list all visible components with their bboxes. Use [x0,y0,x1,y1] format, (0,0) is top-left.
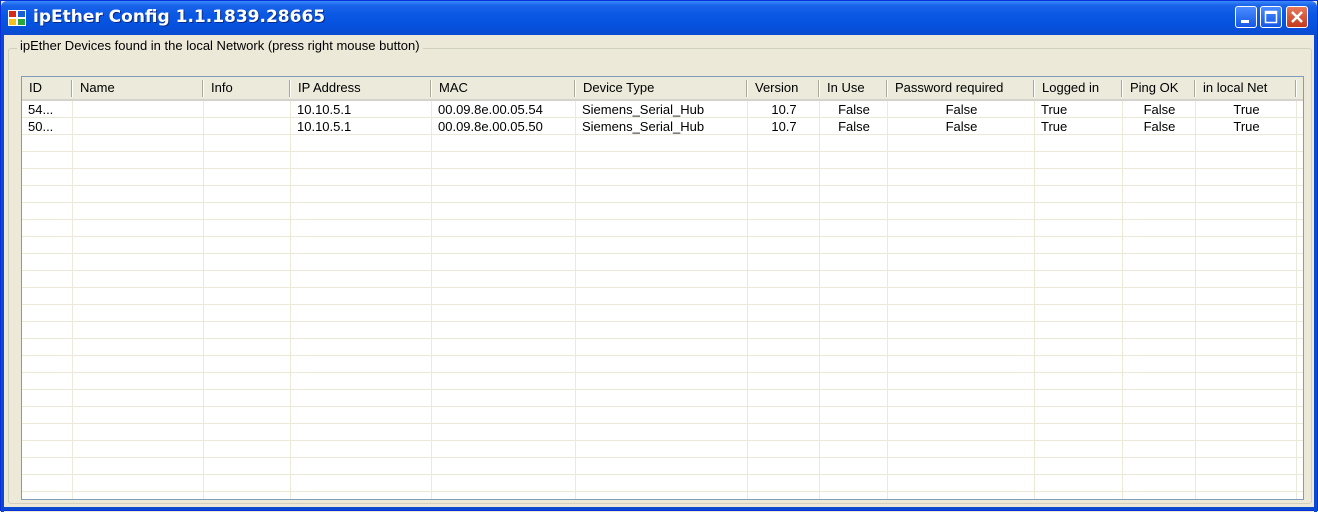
cell-name [73,118,204,135]
cell-logged-in: True [1041,102,1068,117]
column-header-version[interactable]: Version [748,77,820,99]
maximize-button[interactable] [1260,6,1282,28]
grid-line [22,253,1303,254]
window-title: ipEther Config 1.1.1839.28665 [33,7,326,27]
cell-device-type: Siemens_Serial_Hub [582,119,705,134]
main-window: ipEther Config 1.1.1839.28665 ipEther De… [0,0,1318,512]
cell-name [73,101,204,118]
frame-right [1314,35,1317,512]
list-header: ID Name Info IP Address MAC Device Type Versio… [22,77,1303,101]
grid-line [22,168,1303,169]
grid-line [22,287,1303,288]
cell-device-type: Siemens_Serial_Hub [582,102,705,117]
table-row[interactable]: 50... 10.10.5.1 00.09.8e.00.05.50 Siemens_S… [22,118,1303,135]
group-label: ipEther Devices found in the local Netwo… [17,38,423,53]
column-header-in-local-net[interactable]: in local Net [1196,77,1297,99]
grid-line [22,202,1303,203]
cell-id: 54... [28,102,54,117]
devices-list[interactable]: ID Name Info IP Address MAC Device Type Versio… [21,76,1304,500]
column-header-mac[interactable]: MAC [432,77,576,99]
minimize-icon [1241,20,1249,23]
column-header-id[interactable]: ID [22,77,73,99]
cell-version: 10.7 [771,119,797,134]
cell-info [204,118,291,135]
column-divider-highlight [1296,80,1297,97]
cell-in-use: False [838,102,870,117]
cell-id: 50... [28,119,54,134]
cell-logged-in: True [1041,119,1068,134]
grid-line [22,389,1303,390]
close-button[interactable] [1286,6,1308,28]
maximize-icon [1264,10,1278,24]
grid-line [22,491,1303,492]
cell-in-use: False [838,119,870,134]
column-header-device-type[interactable]: Device Type [576,77,748,99]
cell-ip-address: 10.10.5.1 [297,102,352,117]
cell-password-required: False [945,102,978,117]
column-header-ip-address[interactable]: IP Address [291,77,432,99]
cell-mac: 00.09.8e.00.05.50 [438,119,543,134]
frame-left [1,35,4,512]
column-header-in-use[interactable]: In Use [820,77,888,99]
frame-bottom [1,507,1317,510]
minimize-button[interactable] [1235,6,1257,28]
cell-ping-ok: False [1143,102,1176,117]
grid-line [22,151,1303,152]
column-header-info[interactable]: Info [204,77,291,99]
grid-line [22,423,1303,424]
grid-line [22,304,1303,305]
grid-line [22,185,1303,186]
cell-in-local-net: True [1233,119,1260,134]
column-header-logged-in[interactable]: Logged in [1035,77,1123,99]
cell-mac: 00.09.8e.00.05.54 [438,102,543,117]
grid-line [22,440,1303,441]
column-header-ping-ok[interactable]: Ping OK [1123,77,1196,99]
grid-line [22,236,1303,237]
grid-line [22,270,1303,271]
grid-line [22,321,1303,322]
grid-line [22,457,1303,458]
app-icon[interactable] [8,10,26,26]
column-header-password-required[interactable]: Password required [888,77,1035,99]
cell-version: 10.7 [771,102,797,117]
cell-info [204,101,291,118]
cell-ip-address: 10.10.5.1 [297,119,352,134]
title-bar[interactable]: ipEther Config 1.1.1839.28665 [1,1,1317,35]
grid-line [22,338,1303,339]
grid-line [22,219,1303,220]
grid-line [22,406,1303,407]
table-row[interactable]: 54... 10.10.5.1 00.09.8e.00.05.54 Siemens_S… [22,101,1303,118]
cell-password-required: False [945,119,978,134]
cell-ping-ok: False [1143,119,1176,134]
close-icon [1291,11,1303,23]
cell-in-local-net: True [1233,102,1260,117]
grid-line [22,372,1303,373]
grid-line [22,355,1303,356]
grid-line [22,474,1303,475]
column-header-name[interactable]: Name [73,77,204,99]
